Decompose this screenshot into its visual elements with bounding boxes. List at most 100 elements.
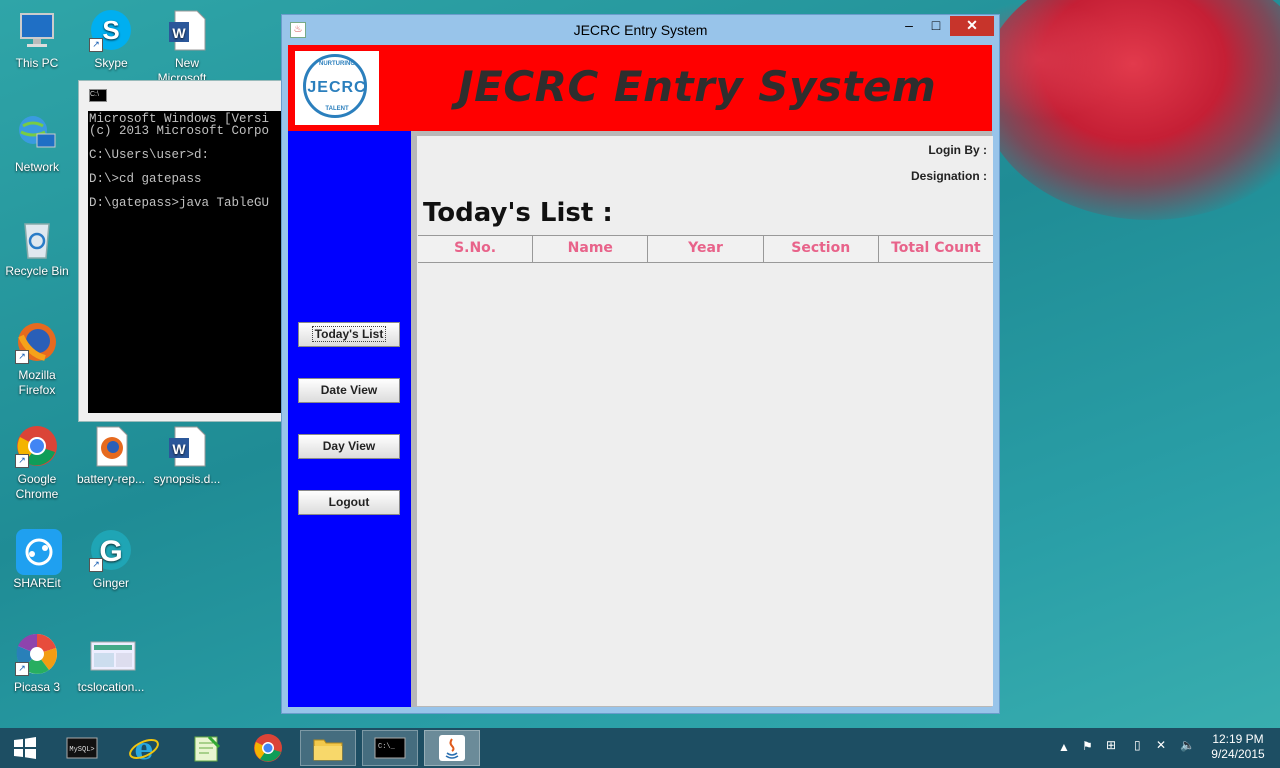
desktop-icon-synopsis[interactable]: W synopsis.d... — [150, 424, 224, 487]
taskbar-file-explorer[interactable] — [300, 730, 356, 766]
taskbar-cmd[interactable]: C:\_ — [362, 730, 418, 766]
desktop-icon-label: Recycle Bin — [5, 264, 69, 278]
logout-button[interactable]: Logout — [298, 490, 400, 515]
cmd-titlebar[interactable]: C:\ — [79, 81, 289, 109]
cmd-line: D:\gatepass>java TableGU — [89, 196, 270, 210]
volume-icon[interactable]: 🔈 — [1180, 738, 1195, 752]
svg-text:e: e — [134, 732, 153, 764]
logo-text: JECRC — [307, 79, 367, 96]
mysql-icon: MySQL> — [66, 737, 98, 759]
battery-icon[interactable]: ▯ — [1134, 738, 1141, 752]
start-button[interactable] — [0, 730, 50, 766]
desktop-icon-recycle-bin[interactable]: Recycle Bin — [0, 216, 74, 279]
ginger-icon: G ↗ — [89, 528, 133, 572]
taskbar: MySQL> e C:\_ ▲ ⚑ ⊞ ▯ ✕ 🔈 12:19 PM 9/24/… — [0, 728, 1280, 768]
desktop-icon-battery-report[interactable]: battery-rep... — [74, 424, 148, 487]
windows-flag-icon[interactable]: ⊞ — [1106, 738, 1116, 752]
desktop-icon-label: Mozilla Firefox — [18, 368, 56, 397]
todays-list-button[interactable]: Today's List — [298, 322, 400, 347]
desktop-icon-label: synopsis.d... — [153, 472, 221, 486]
notepad-plus-icon — [194, 735, 221, 762]
desktop-icon-firefox[interactable]: ↗ Mozilla Firefox — [0, 320, 74, 398]
chrome-icon — [254, 734, 282, 762]
taskbar-mysql[interactable]: MySQL> — [54, 730, 110, 766]
jecrc-logo: NURTURING JECRC TALENT — [295, 51, 379, 125]
desktop-icon-label: This PC — [15, 56, 59, 70]
sidebar: Today's List Date View Day View Logout — [288, 131, 411, 707]
word-doc-icon: W — [165, 8, 209, 52]
shortcut-arrow-icon: ↗ — [15, 350, 29, 364]
svg-text:C:\_: C:\_ — [378, 743, 396, 751]
window-titlebar[interactable]: ♨ JECRC Entry System – □ ✕ — [282, 15, 999, 45]
desktop-icon-label: Google Chrome — [15, 472, 59, 501]
minimize-button[interactable]: – — [896, 16, 922, 36]
maximize-button[interactable]: □ — [923, 16, 949, 36]
desktop-icon-label: Skype — [94, 56, 128, 70]
designation-label: Designation : — [910, 169, 987, 183]
login-by-label: Login By : — [928, 143, 987, 157]
taskbar-chrome[interactable] — [240, 730, 296, 766]
column-header-total-count[interactable]: Total Count — [879, 236, 993, 262]
column-header-section[interactable]: Section — [764, 236, 879, 262]
shortcut-arrow-icon: ↗ — [15, 454, 29, 468]
action-center-icon[interactable]: ⚑ — [1082, 739, 1093, 753]
desktop-icon-new-doc[interactable]: W New Microsoft... — [150, 8, 224, 86]
chrome-icon: ↗ — [15, 424, 59, 468]
button-label: Day View — [322, 439, 376, 453]
desktop-icon-label: Picasa 3 — [13, 680, 61, 694]
desktop-icon-shareit[interactable]: SHAREit — [0, 528, 74, 591]
column-header-year[interactable]: Year — [648, 236, 764, 262]
desktop-icon-skype[interactable]: S ↗ Skype — [74, 8, 148, 71]
app-window[interactable]: ♨ JECRC Entry System – □ ✕ NURTURING JEC… — [281, 14, 1000, 714]
day-view-button[interactable]: Day View — [298, 434, 400, 459]
clock-time: 12:19 PM — [1212, 732, 1264, 746]
header-title: JECRC Entry System — [458, 62, 937, 111]
svg-text:W: W — [172, 25, 186, 41]
desktop-icon-network[interactable]: Network — [0, 112, 74, 175]
internet-explorer-icon: e — [129, 732, 159, 764]
desktop-icon-label: battery-rep... — [76, 472, 146, 486]
date-view-button[interactable]: Date View — [298, 378, 400, 403]
cmd-console[interactable]: Microsoft Windows [Versi (c) 2013 Microso… — [88, 111, 289, 413]
firefox-file-icon — [89, 424, 133, 468]
firefox-icon: ↗ — [15, 320, 59, 364]
table-header: S.No. Name Year Section Total Count — [418, 235, 993, 263]
pc-icon — [15, 8, 59, 52]
close-button[interactable]: ✕ — [950, 16, 994, 36]
column-header-name[interactable]: Name — [533, 236, 649, 262]
desktop-icon-chrome[interactable]: ↗ Google Chrome — [0, 424, 74, 502]
network-icon — [15, 112, 59, 156]
network-status-icon[interactable]: ✕ — [1156, 738, 1166, 752]
desktop-icon-label: Network — [14, 160, 59, 174]
cmd-icon: C:\_ — [374, 737, 406, 759]
cmd-line: (c) 2013 Microsoft Corpo — [89, 124, 270, 138]
taskbar-internet-explorer[interactable]: e — [116, 730, 172, 766]
app-client-area: NURTURING JECRC TALENT JECRC Entry Syste… — [288, 45, 993, 707]
svg-text:W: W — [172, 441, 186, 457]
recycle-bin-icon — [15, 216, 59, 260]
desktop-icon-ginger[interactable]: G ↗ Ginger — [74, 528, 148, 591]
tray-expand-icon[interactable]: ▲ — [1058, 740, 1070, 754]
taskbar-java[interactable] — [424, 730, 480, 766]
desktop-icon-label: tcslocation... — [77, 680, 145, 694]
window-title: JECRC Entry System — [573, 22, 708, 38]
main-panel: Login By : Designation : Today's List : … — [417, 136, 993, 706]
taskbar-notepad-plus[interactable] — [178, 730, 234, 766]
desktop-icon-tcslocation[interactable]: tcslocation... — [74, 632, 148, 695]
clock[interactable]: 12:19 PM 9/24/2015 — [1200, 732, 1276, 762]
picasa-icon: ↗ — [15, 632, 59, 676]
image-file-icon — [89, 632, 136, 676]
desktop-icon-picasa[interactable]: ↗ Picasa 3 — [0, 632, 74, 695]
logo-bottom-text: TALENT — [325, 106, 349, 112]
desktop-icon-label: Ginger — [92, 576, 130, 590]
windows-logo-icon — [14, 737, 36, 759]
list-title: Today's List : — [423, 198, 613, 228]
button-label: Logout — [328, 495, 370, 509]
cmd-window[interactable]: C:\ Microsoft Windows [Versi (c) 2013 Mic… — [78, 80, 290, 422]
logo-top-text: NURTURING — [319, 61, 355, 67]
word-doc-icon: W — [165, 424, 209, 468]
svg-text:MySQL>: MySQL> — [69, 746, 94, 754]
desktop-icon-this-pc[interactable]: This PC — [0, 8, 74, 71]
column-header-sno[interactable]: S.No. — [418, 236, 534, 262]
clock-date: 9/24/2015 — [1211, 747, 1265, 761]
